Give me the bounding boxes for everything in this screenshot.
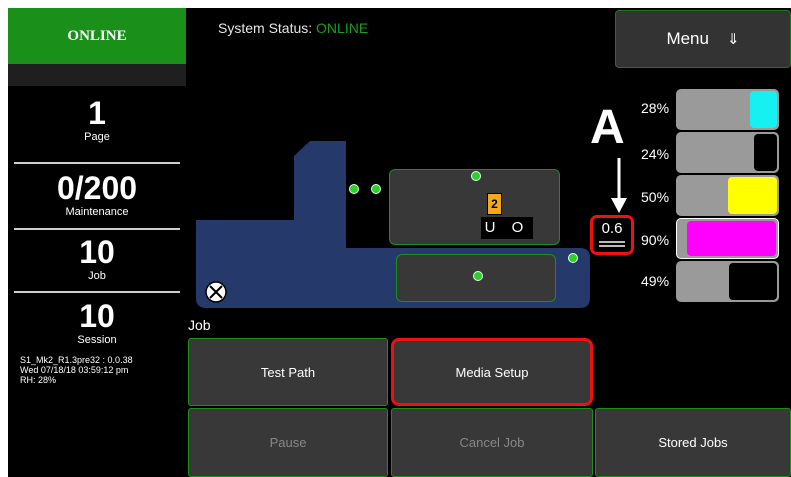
ink-level-fill bbox=[754, 134, 777, 171]
bin-number-badge: 2 bbox=[487, 193, 502, 215]
stored-jobs-label: Stored Jobs bbox=[658, 435, 728, 450]
sensor-indicator bbox=[349, 184, 359, 194]
sensor-indicator bbox=[371, 184, 381, 194]
test-path-button[interactable]: Test Path bbox=[188, 338, 388, 406]
gap-gauge[interactable]: 0.6 bbox=[590, 215, 634, 255]
printer-control-screen: ONLINE 1 Page 0/200 Maintenance 10 Job 1… bbox=[8, 8, 791, 477]
media-setup-button[interactable]: Media Setup bbox=[391, 338, 593, 406]
sensor-indicator bbox=[568, 253, 578, 263]
ink-level-fill bbox=[687, 221, 776, 256]
test-path-label: Test Path bbox=[260, 364, 316, 380]
gap-gauge-value: 0.6 bbox=[601, 220, 623, 237]
ink-level-fill bbox=[750, 91, 777, 128]
ink-cartridge-black-2[interactable] bbox=[676, 261, 779, 302]
gauge-line bbox=[599, 241, 625, 243]
pause-label: Pause bbox=[269, 435, 307, 450]
ink-level-fill bbox=[728, 263, 777, 300]
ink-cartridge-cyan[interactable] bbox=[676, 89, 779, 130]
cancel-job-button[interactable]: Cancel Job bbox=[391, 408, 593, 477]
ink-level-fill bbox=[727, 177, 777, 214]
ink-cartridge-yellow[interactable] bbox=[676, 175, 779, 216]
pause-button[interactable]: Pause bbox=[188, 408, 388, 477]
ink-cartridge-black[interactable] bbox=[676, 132, 779, 173]
ink-cartridge-magenta[interactable] bbox=[676, 218, 779, 259]
annotation-letter: A bbox=[590, 101, 625, 154]
close-circle-icon[interactable] bbox=[204, 280, 228, 304]
cancel-job-label: Cancel Job bbox=[459, 435, 525, 450]
stored-jobs-button[interactable]: Stored Jobs bbox=[595, 408, 791, 477]
sensor-indicator bbox=[473, 271, 483, 281]
sensor-indicator bbox=[471, 171, 481, 181]
job-section-label: Job bbox=[188, 317, 211, 333]
arrow-down-icon bbox=[611, 158, 627, 213]
gauge-line bbox=[599, 245, 625, 247]
slot-indicator: U O bbox=[481, 217, 533, 239]
media-setup-label: Media Setup bbox=[455, 364, 529, 380]
